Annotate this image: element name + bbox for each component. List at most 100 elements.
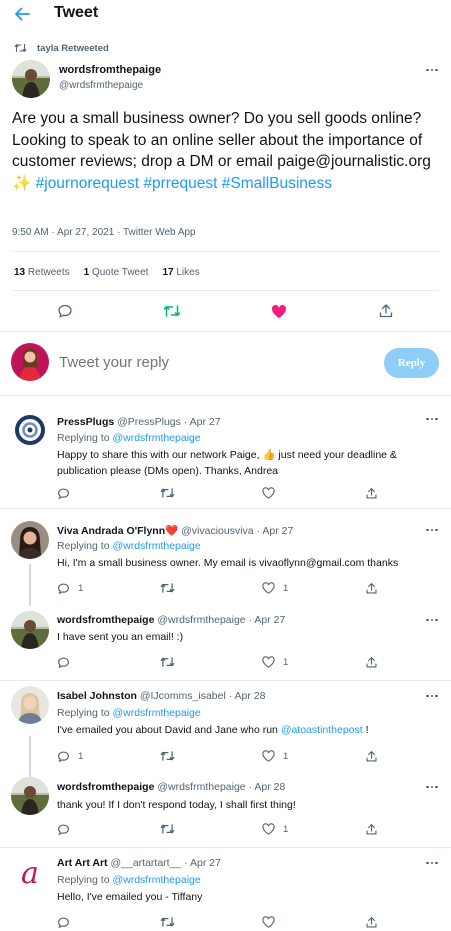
retweet-icon xyxy=(14,43,27,53)
reply-tweet[interactable]: PressPlugs @PressPlugs · Apr 27 Replying… xyxy=(0,395,451,506)
reply-text: thank you! If I don't respond today, I s… xyxy=(57,799,296,811)
reply-author-name[interactable]: Art Art Art xyxy=(57,857,108,869)
avatar[interactable]: a xyxy=(11,853,49,891)
reply-author-name[interactable]: wordsfromthepaige xyxy=(57,781,154,793)
like-icon[interactable]: 1 xyxy=(262,655,288,669)
tweet-stats: 13 Retweets 1 Quote Tweet 17 Likes xyxy=(14,267,200,278)
retweet-icon[interactable] xyxy=(163,302,181,320)
tweet-body: Are you a small business owner? Do you s… xyxy=(12,110,431,170)
replying-to: Replying to @wrdsfrmthepaige xyxy=(57,540,201,552)
retweet-icon[interactable] xyxy=(160,749,175,763)
reply-header: wordsfromthepaige @wrdsfrmthepaige · Apr… xyxy=(57,614,285,626)
hashtag-link[interactable]: #SmallBusiness xyxy=(222,175,332,192)
reply-input[interactable] xyxy=(59,354,359,371)
back-arrow-icon[interactable] xyxy=(10,3,34,25)
retweets-stat[interactable]: 13 Retweets xyxy=(14,267,70,278)
tweet-text: Are you a small business owner? Do you s… xyxy=(12,108,444,194)
share-icon[interactable] xyxy=(365,486,378,500)
reply-text: I have sent you an email! :) xyxy=(57,631,184,643)
avatar[interactable] xyxy=(11,777,49,815)
like-icon[interactable]: 1 xyxy=(262,749,288,763)
reply-icon[interactable] xyxy=(57,655,78,669)
reply-meta[interactable]: @wrdsfrmthepaige · Apr 27 xyxy=(157,614,285,626)
reply-meta[interactable]: @__artartart__ · Apr 27 xyxy=(110,857,220,869)
reply-text: Hello, I've emailed you - Tiffany xyxy=(57,891,203,903)
reply-meta[interactable]: @wrdsfrmthepaige · Apr 28 xyxy=(157,781,285,793)
reply-icon[interactable] xyxy=(57,915,78,929)
like-icon[interactable]: 1 xyxy=(262,822,288,836)
share-icon[interactable] xyxy=(365,822,378,836)
reply-tweet[interactable]: Viva Andrada O'Flynn❤️ @vivaciousviva · … xyxy=(0,508,451,606)
reply-author-name[interactable]: PressPlugs xyxy=(57,416,114,428)
reply-icon[interactable]: 1 xyxy=(57,581,83,595)
more-icon[interactable] xyxy=(426,860,440,866)
avatar[interactable] xyxy=(11,686,49,724)
user-avatar[interactable] xyxy=(11,343,49,381)
reply-meta[interactable]: @PressPlugs · Apr 27 xyxy=(117,416,220,428)
retweet-icon[interactable] xyxy=(160,581,175,595)
reply-meta[interactable]: @IJcomms_isabel · Apr 28 xyxy=(140,690,266,702)
reply-icon[interactable] xyxy=(56,302,74,320)
hashtag-link[interactable]: #prrequest xyxy=(143,175,217,192)
reply-author-name[interactable]: wordsfromthepaige xyxy=(57,614,154,626)
like-icon[interactable]: 1 xyxy=(262,581,288,595)
author-handle[interactable]: @wrdsfrmthepaige xyxy=(59,80,143,91)
mention-link[interactable]: @wrdsfrmthepaige xyxy=(112,874,200,886)
reply-icon[interactable] xyxy=(57,822,78,836)
hashtag-link[interactable]: #journorequest xyxy=(36,175,139,192)
reply-tweet[interactable]: Isabel Johnston @IJcomms_isabel · Apr 28… xyxy=(0,680,451,778)
reply-tweet[interactable]: a Art Art Art @__artartart__ · Apr 27 Re… xyxy=(0,847,451,931)
likes-stat[interactable]: 17 Likes xyxy=(162,267,199,278)
more-icon[interactable] xyxy=(426,617,440,623)
retweet-icon[interactable] xyxy=(160,822,175,836)
more-icon[interactable] xyxy=(426,67,440,73)
avatar[interactable] xyxy=(11,521,49,559)
reply-actions: 1 xyxy=(0,655,451,669)
mention-link[interactable]: @wrdsfrmthepaige xyxy=(112,540,200,552)
reply-text: Hi, I'm a small business owner. My email… xyxy=(57,557,399,569)
share-icon[interactable] xyxy=(365,915,378,929)
reply-button[interactable]: Reply xyxy=(384,348,439,378)
reply-author-name[interactable]: Isabel Johnston xyxy=(57,690,137,702)
reply-actions: 1 xyxy=(0,822,451,836)
share-icon[interactable] xyxy=(365,581,378,595)
top-bar: Tweet xyxy=(0,0,451,28)
reply-header: Isabel Johnston @IJcomms_isabel · Apr 28 xyxy=(57,690,265,702)
sparkles-emoji: ✨ xyxy=(12,174,32,192)
reply-icon[interactable] xyxy=(57,486,78,500)
like-icon[interactable] xyxy=(262,486,283,500)
mention-link[interactable]: @wrdsfrmthepaige xyxy=(112,432,200,444)
reply-actions xyxy=(0,486,451,500)
reply-header: Art Art Art @__artartart__ · Apr 27 xyxy=(57,857,221,869)
more-icon[interactable] xyxy=(426,527,440,533)
reply-meta[interactable]: @vivaciousviva · Apr 27 xyxy=(181,525,293,537)
share-icon[interactable] xyxy=(377,302,395,320)
reply-icon[interactable]: 1 xyxy=(57,749,83,763)
page-title: Tweet xyxy=(54,4,99,21)
mention-link[interactable]: @atoastinthepost xyxy=(281,724,363,736)
share-icon[interactable] xyxy=(365,749,378,763)
replying-to: Replying to @wrdsfrmthepaige xyxy=(57,874,201,886)
reply-tweet[interactable]: wordsfromthepaige @wrdsfrmthepaige · Apr… xyxy=(0,599,451,680)
svg-text:a: a xyxy=(21,856,39,891)
retweet-icon[interactable] xyxy=(160,915,175,929)
reply-tweet[interactable]: wordsfromthepaige @wrdsfrmthepaige · Apr… xyxy=(0,771,451,847)
avatar[interactable] xyxy=(12,60,50,98)
avatar[interactable] xyxy=(11,411,49,449)
quotes-stat[interactable]: 1 Quote Tweet xyxy=(84,267,149,278)
mention-link[interactable]: @wrdsfrmthepaige xyxy=(112,707,200,719)
retweet-icon[interactable] xyxy=(160,655,175,669)
more-icon[interactable] xyxy=(426,784,440,790)
avatar[interactable] xyxy=(11,611,49,649)
tweet-timestamp[interactable]: 9:50 AM · Apr 27, 2021 · Twitter Web App xyxy=(12,227,196,238)
like-icon[interactable] xyxy=(270,302,288,320)
retweeted-by-label[interactable]: tayla Retweeted xyxy=(37,43,109,54)
like-icon[interactable] xyxy=(262,915,283,929)
reply-author-name[interactable]: Viva Andrada O'Flynn xyxy=(57,525,165,537)
more-icon[interactable] xyxy=(426,693,440,699)
share-icon[interactable] xyxy=(365,655,378,669)
retweet-icon[interactable] xyxy=(160,486,175,500)
more-icon[interactable] xyxy=(426,416,440,422)
divider xyxy=(0,331,451,332)
author-name[interactable]: wordsfromthepaige xyxy=(59,64,161,76)
